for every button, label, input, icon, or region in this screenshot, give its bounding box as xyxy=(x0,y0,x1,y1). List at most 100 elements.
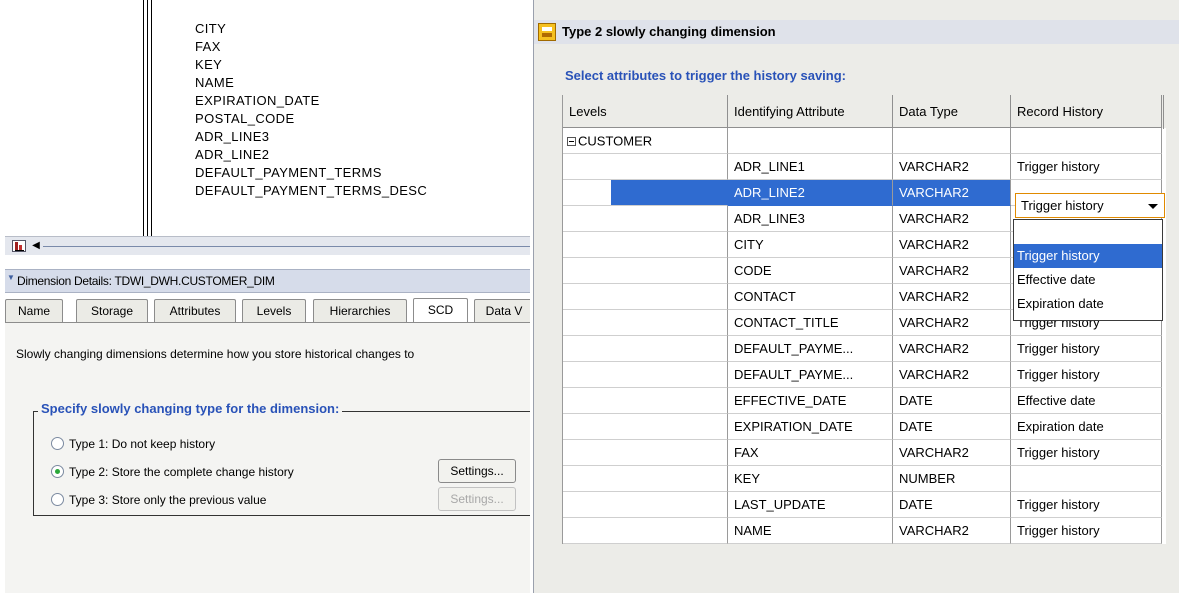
table-cell xyxy=(563,362,728,388)
table-cell xyxy=(563,258,728,284)
data-type-cell: DATE xyxy=(893,492,1011,518)
canvas-border-line xyxy=(151,0,152,236)
tab-data-viewer[interactable]: Data V xyxy=(474,299,530,322)
dropdown-option-expiration-date[interactable]: Expiration date xyxy=(1014,292,1162,316)
dimension-editor-panel: CITY FAX KEY NAME EXPIRATION_DATE POSTAL… xyxy=(0,0,530,593)
tab-storage[interactable]: Storage xyxy=(76,299,148,322)
radio-type3[interactable] xyxy=(51,493,64,507)
table-row[interactable]: LAST_UPDATE DATE Trigger history xyxy=(563,492,1166,518)
table-cell xyxy=(563,388,728,414)
record-history-cell[interactable]: Effective date xyxy=(1011,388,1162,414)
tab-scd[interactable]: SCD xyxy=(413,298,468,323)
attribute-cell: ADR_LINE3 xyxy=(728,206,893,232)
attribute-cell: KEY xyxy=(728,466,893,492)
data-type-cell: VARCHAR2 xyxy=(893,336,1011,362)
radio-type1-label: Type 1: Do not keep history xyxy=(69,436,216,451)
scd-description: Slowly changing dimensions determine how… xyxy=(16,347,415,361)
table-row[interactable]: NAME VARCHAR2 Trigger history xyxy=(563,518,1166,544)
header-divider xyxy=(1163,95,1164,129)
table-row[interactable]: FAX VARCHAR2 Trigger history xyxy=(563,440,1166,466)
table-row[interactable]: EFFECTIVE_DATE DATE Effective date xyxy=(563,388,1166,414)
data-type-cell: VARCHAR2 xyxy=(893,310,1011,336)
tab-levels[interactable]: Levels xyxy=(242,299,306,322)
dropdown-option-empty[interactable] xyxy=(1014,220,1162,244)
attribute-item[interactable]: CITY xyxy=(195,20,427,38)
attribute-item[interactable]: ADR_LINE3 xyxy=(195,128,427,146)
record-history-cell[interactable]: Trigger history xyxy=(1011,336,1162,362)
table-cell xyxy=(563,180,728,206)
scroll-track[interactable] xyxy=(43,246,530,247)
table-cell xyxy=(563,440,728,466)
radio-type2[interactable] xyxy=(51,465,64,479)
tab-attributes[interactable]: Attributes xyxy=(154,299,236,322)
dialog-title-bar[interactable]: Type 2 slowly changing dimension xyxy=(534,20,1179,44)
record-history-cell[interactable]: Expiration date xyxy=(1011,414,1162,440)
data-type-cell: VARCHAR2 xyxy=(893,154,1011,180)
radio-type3-row[interactable]: Type 3: Store only the previous value xyxy=(51,492,266,507)
attribute-item[interactable]: DEFAULT_PAYMENT_TERMS xyxy=(195,164,427,182)
column-header-levels[interactable]: Levels xyxy=(563,95,728,128)
data-type-cell: VARCHAR2 xyxy=(893,206,1011,232)
type2-settings-button[interactable]: Settings... xyxy=(438,459,516,483)
collapse-icon[interactable] xyxy=(567,137,576,147)
table-cell xyxy=(563,466,728,492)
attribute-cell: ADR_LINE1 xyxy=(728,154,893,180)
dialog-top-strip xyxy=(534,0,1179,18)
table-cell xyxy=(728,128,893,154)
tab-name[interactable]: Name xyxy=(5,299,63,322)
data-type-cell: VARCHAR2 xyxy=(893,180,1011,206)
record-history-cell[interactable]: Trigger history xyxy=(1011,492,1162,518)
record-history-cell[interactable]: Trigger history xyxy=(1011,518,1162,544)
attribute-item[interactable]: FAX xyxy=(195,38,427,56)
attribute-cell: CONTACT_TITLE xyxy=(728,310,893,336)
attribute-item[interactable]: POSTAL_CODE xyxy=(195,110,427,128)
details-tab-bar: Name Storage Attributes Levels Hierarchi… xyxy=(5,298,530,323)
dimension-details-header[interactable]: ▼ Dimension Details: TDWI_DWH.CUSTOMER_D… xyxy=(5,269,530,293)
column-header-record-history[interactable]: Record History xyxy=(1011,95,1162,128)
table-row[interactable]: DEFAULT_PAYME... VARCHAR2 Trigger histor… xyxy=(563,336,1166,362)
radio-type2-label: Type 2: Store the complete change histor… xyxy=(69,464,294,479)
attribute-item[interactable]: EXPIRATION_DATE xyxy=(195,92,427,110)
dimension-canvas: CITY FAX KEY NAME EXPIRATION_DATE POSTAL… xyxy=(5,0,530,236)
chart-toggle-icon[interactable] xyxy=(12,240,26,252)
table-cell xyxy=(563,284,728,310)
attribute-cell: ADR_LINE2 xyxy=(728,180,893,206)
attribute-item[interactable]: KEY xyxy=(195,56,427,74)
record-history-cell[interactable]: Trigger history xyxy=(1011,154,1162,180)
dialog-app-icon xyxy=(538,23,556,41)
table-row[interactable]: EXPIRATION_DATE DATE Expiration date xyxy=(563,414,1166,440)
table-row[interactable]: DEFAULT_PAYME... VARCHAR2 Trigger histor… xyxy=(563,362,1166,388)
dropdown-option-trigger-history[interactable]: Trigger history xyxy=(1014,244,1162,268)
attribute-item[interactable]: ADR_LINE2 xyxy=(195,146,427,164)
canvas-border-line xyxy=(147,0,148,236)
record-history-cell[interactable]: Trigger history xyxy=(1011,362,1162,388)
column-header-identifying-attribute[interactable]: Identifying Attribute xyxy=(728,95,893,128)
table-cell xyxy=(563,310,728,336)
column-header-data-type[interactable]: Data Type xyxy=(893,95,1011,128)
radio-type2-row[interactable]: Type 2: Store the complete change histor… xyxy=(51,464,294,479)
collapse-triangle-icon[interactable]: ▼ xyxy=(7,273,15,282)
record-history-cell[interactable]: Trigger history xyxy=(1011,440,1162,466)
table-cell xyxy=(893,128,1011,154)
radio-type1[interactable] xyxy=(51,437,64,451)
radio-type3-label: Type 3: Store only the previous value xyxy=(69,492,267,507)
dropdown-option-effective-date[interactable]: Effective date xyxy=(1014,268,1162,292)
table-cell xyxy=(563,154,728,180)
tab-hierarchies[interactable]: Hierarchies xyxy=(313,299,407,322)
chevron-down-icon[interactable] xyxy=(1148,204,1158,209)
table-row[interactable]: KEY NUMBER xyxy=(563,466,1166,492)
horizontal-scrollbar[interactable]: ◀ xyxy=(5,236,530,255)
data-type-cell: NUMBER xyxy=(893,466,1011,492)
attribute-item[interactable]: DEFAULT_PAYMENT_TERMS_DESC xyxy=(195,182,427,200)
data-type-cell: VARCHAR2 xyxy=(893,440,1011,466)
table-cell xyxy=(563,492,728,518)
attribute-cell: EFFECTIVE_DATE xyxy=(728,388,893,414)
radio-type1-row[interactable]: Type 1: Do not keep history xyxy=(51,436,215,451)
table-row-level[interactable]: CUSTOMER xyxy=(563,128,1166,154)
table-row[interactable]: ADR_LINE1 VARCHAR2 Trigger history xyxy=(563,154,1166,180)
record-history-combobox[interactable]: Trigger history xyxy=(1015,193,1165,218)
table-cell xyxy=(563,336,728,362)
scroll-left-arrow-icon[interactable]: ◀ xyxy=(29,239,43,253)
attribute-item[interactable]: NAME xyxy=(195,74,427,92)
record-history-cell[interactable] xyxy=(1011,466,1162,492)
